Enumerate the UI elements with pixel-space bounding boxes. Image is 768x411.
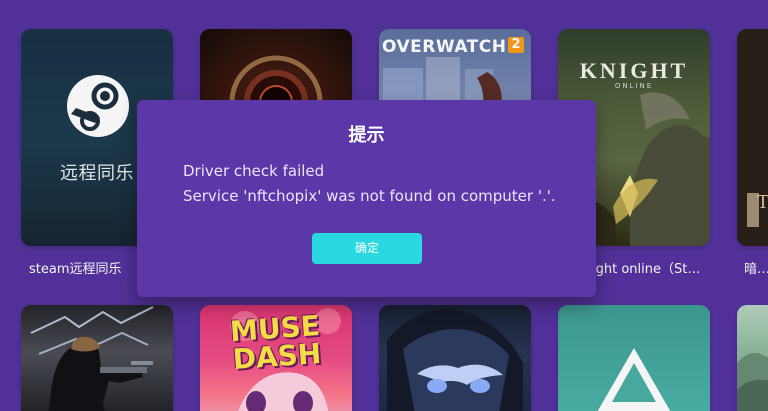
dialog-title: 提示	[348, 125, 385, 146]
game-card-muse-dash[interactable]: MUSE DASH	[200, 305, 352, 411]
anime-character-icon	[379, 305, 531, 411]
knight-logo-text: KNIGHT	[579, 58, 689, 83]
partial-cover-text: T	[757, 192, 768, 213]
game-library-screen: 远程同乐 steam远程同乐 OVERWATCH 2 KNIGHT ONLINE…	[0, 0, 768, 411]
landscape-artwork-icon	[737, 352, 768, 411]
game-card-partial[interactable]	[737, 305, 768, 411]
partial-cover-icon	[737, 29, 768, 246]
game-card[interactable]	[21, 305, 173, 411]
game-title[interactable]: ight online（Ste…	[592, 262, 707, 278]
partial-cover-icon: T	[737, 29, 768, 246]
overwatch-logo-text: OVERWATCH	[382, 37, 507, 57]
game-card-partial[interactable]: T	[737, 29, 768, 246]
dialog-message-line1: Driver check failed	[183, 162, 325, 180]
driver-error-dialog: 提示 Driver check failed Service 'nftchopi…	[137, 100, 596, 297]
triangle-logo-icon	[597, 348, 671, 411]
anime-character-icon	[387, 309, 523, 411]
overwatch-logo-icon: OVERWATCH 2	[382, 37, 525, 57]
soldier-artwork-icon	[21, 305, 173, 411]
knight-logo-subtext: ONLINE	[614, 82, 654, 90]
soldier-artwork-icon	[30, 306, 154, 411]
confirm-button[interactable]: 确定	[312, 233, 422, 264]
game-card[interactable]	[558, 305, 710, 411]
muse-dash-logo-icon: MUSE DASH	[228, 308, 323, 377]
game-title[interactable]: 暗黑	[744, 262, 768, 278]
landscape-artwork-icon	[737, 305, 768, 411]
overwatch-logo-number: 2	[508, 37, 525, 53]
triangle-logo-cover	[558, 305, 710, 411]
muse-dash-cover: MUSE DASH	[200, 305, 352, 411]
dialog-message-line2: Service 'nftchopix' was not found on com…	[183, 187, 556, 205]
game-card[interactable]	[379, 305, 531, 411]
